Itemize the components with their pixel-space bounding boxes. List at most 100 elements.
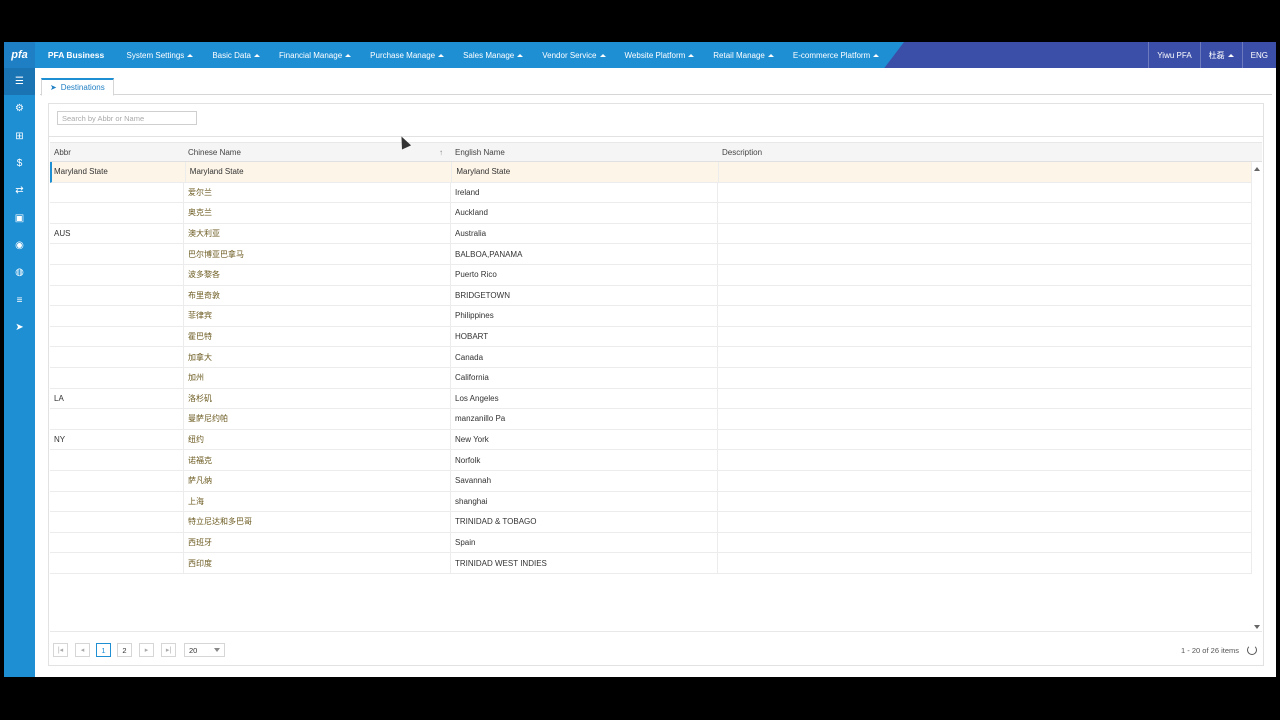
menu-item-retail-manage[interactable]: Retail Manage: [704, 51, 784, 60]
page-number-button[interactable]: 1: [96, 643, 111, 657]
table-row[interactable]: 上海 shanghai: [50, 491, 1252, 513]
cell-en[interactable]: TRINIDAD WEST INDIES: [451, 553, 718, 573]
cell-en[interactable]: Norfolk: [451, 450, 718, 470]
last-page-button[interactable]: ▸|: [161, 643, 176, 657]
cell-desc[interactable]: [718, 285, 1252, 306]
cell-cn[interactable]: 加州: [184, 367, 451, 388]
cell-cn[interactable]: 霍巴特: [184, 326, 451, 347]
company-switcher[interactable]: Yiwu PFA: [1148, 42, 1199, 68]
gear-icon[interactable]: ⚙: [4, 95, 35, 122]
table-row[interactable]: AUS 澳大利亚 Australia: [50, 223, 1252, 245]
cell-abbr[interactable]: [50, 491, 184, 512]
brand-title[interactable]: PFA Business: [35, 42, 117, 68]
cell-abbr[interactable]: [50, 203, 184, 223]
cell-abbr[interactable]: AUS: [50, 223, 184, 244]
cell-cn[interactable]: 曼萨尼约帕: [184, 409, 451, 429]
cell-desc[interactable]: [718, 223, 1252, 244]
cell-abbr[interactable]: [50, 182, 184, 203]
cell-abbr[interactable]: [50, 409, 184, 429]
cell-cn[interactable]: 加拿大: [184, 347, 451, 367]
user-menu[interactable]: 杜磊: [1199, 42, 1242, 68]
paper-plane-icon[interactable]: ➤: [4, 314, 35, 341]
cell-desc[interactable]: [718, 306, 1252, 326]
cell-desc[interactable]: [718, 512, 1252, 532]
column-header-chinese-name[interactable]: Chinese Name ↑: [184, 143, 451, 162]
scroll-down-icon[interactable]: [1254, 625, 1260, 629]
cell-en[interactable]: Maryland State: [452, 162, 719, 182]
dollar-icon[interactable]: $: [4, 150, 35, 177]
table-row[interactable]: 奥克兰 Auckland: [50, 203, 1252, 224]
cell-abbr[interactable]: [50, 450, 184, 470]
cell-abbr[interactable]: [50, 244, 184, 264]
page-number-button[interactable]: 2: [117, 643, 132, 657]
menu-item-sales-manage[interactable]: Sales Manage: [454, 51, 533, 60]
table-row[interactable]: 爱尔兰 Ireland: [50, 182, 1252, 204]
cell-desc[interactable]: [718, 491, 1252, 512]
cell-abbr[interactable]: [50, 347, 184, 367]
table-row[interactable]: LA 洛杉矶 Los Angeles: [50, 388, 1252, 410]
cell-en[interactable]: TRINIDAD & TOBAGO: [451, 512, 718, 532]
column-header-english-name[interactable]: English Name: [451, 143, 718, 162]
cell-cn[interactable]: 菲律宾: [184, 306, 451, 326]
search-input[interactable]: [57, 111, 197, 125]
cell-desc[interactable]: [718, 553, 1252, 573]
cell-cn[interactable]: 西印度: [184, 553, 451, 573]
table-row[interactable]: 西班牙 Spain: [50, 532, 1252, 554]
vertical-scrollbar[interactable]: [1252, 162, 1262, 633]
exchange-icon[interactable]: ⇄: [4, 177, 35, 204]
cell-abbr[interactable]: NY: [50, 429, 184, 450]
language-switcher[interactable]: ENG: [1241, 42, 1276, 68]
table-row[interactable]: 特立尼达和多巴哥 TRINIDAD & TOBAGO: [50, 512, 1252, 533]
sort-ascending-icon[interactable]: ↑: [439, 148, 443, 157]
cell-abbr[interactable]: [50, 285, 184, 306]
user-circle-icon[interactable]: ◉: [4, 232, 35, 259]
cell-desc[interactable]: [718, 450, 1252, 470]
cell-desc[interactable]: [718, 326, 1252, 347]
cell-abbr[interactable]: [50, 306, 184, 326]
cell-cn[interactable]: 布里奇敦: [184, 285, 451, 306]
cell-abbr[interactable]: Maryland State: [52, 162, 186, 182]
cell-en[interactable]: Los Angeles: [451, 388, 718, 409]
cell-cn[interactable]: 奥克兰: [184, 203, 451, 223]
cell-en[interactable]: shanghai: [451, 491, 718, 512]
cell-abbr[interactable]: [50, 553, 184, 573]
cell-desc[interactable]: [718, 182, 1252, 203]
cell-desc[interactable]: [718, 470, 1252, 491]
page-size-select[interactable]: 20: [184, 643, 225, 657]
cell-cn[interactable]: 爱尔兰: [184, 182, 451, 203]
money-icon[interactable]: ▣: [4, 204, 35, 231]
cell-en[interactable]: manzanillo Pa: [451, 409, 718, 429]
cell-abbr[interactable]: LA: [50, 388, 184, 409]
cell-desc[interactable]: [718, 367, 1252, 388]
cell-en[interactable]: Auckland: [451, 203, 718, 223]
cell-abbr[interactable]: [50, 532, 184, 553]
cell-en[interactable]: HOBART: [451, 326, 718, 347]
cell-en[interactable]: Canada: [451, 347, 718, 367]
cell-desc[interactable]: [718, 532, 1252, 553]
cell-en[interactable]: New York: [451, 429, 718, 450]
menu-item-purchase-manage[interactable]: Purchase Manage: [361, 51, 454, 60]
next-page-button[interactable]: ▸: [139, 643, 154, 657]
table-row[interactable]: Maryland State Maryland State Maryland Sta…: [50, 162, 1253, 183]
cell-desc[interactable]: [718, 347, 1252, 367]
cell-cn[interactable]: 上海: [184, 491, 451, 512]
cell-cn[interactable]: 波多黎各: [184, 264, 451, 285]
cell-desc[interactable]: [718, 409, 1252, 429]
cell-desc[interactable]: [718, 429, 1252, 450]
table-row[interactable]: 曼萨尼约帕 manzanillo Pa: [50, 409, 1252, 430]
bars-icon[interactable]: ≡: [4, 286, 35, 313]
cell-cn[interactable]: 澳大利亚: [184, 223, 451, 244]
cell-desc[interactable]: [719, 162, 1253, 182]
cell-en[interactable]: Savannah: [451, 470, 718, 491]
cell-cn[interactable]: 巴尔博亚巴拿马: [184, 244, 451, 264]
cell-cn[interactable]: 洛杉矶: [184, 388, 451, 409]
table-row[interactable]: 加拿大 Canada: [50, 347, 1252, 368]
menu-item-website-platform[interactable]: Website Platform: [615, 51, 704, 60]
globe-icon[interactable]: ◍: [4, 259, 35, 286]
cell-desc[interactable]: [718, 244, 1252, 264]
table-row[interactable]: 霍巴特 HOBART: [50, 326, 1252, 348]
cell-cn[interactable]: 纽约: [184, 429, 451, 450]
cell-cn[interactable]: 特立尼达和多巴哥: [184, 512, 451, 532]
cell-en[interactable]: Ireland: [451, 182, 718, 203]
table-row[interactable]: 布里奇敦 BRIDGETOWN: [50, 285, 1252, 307]
